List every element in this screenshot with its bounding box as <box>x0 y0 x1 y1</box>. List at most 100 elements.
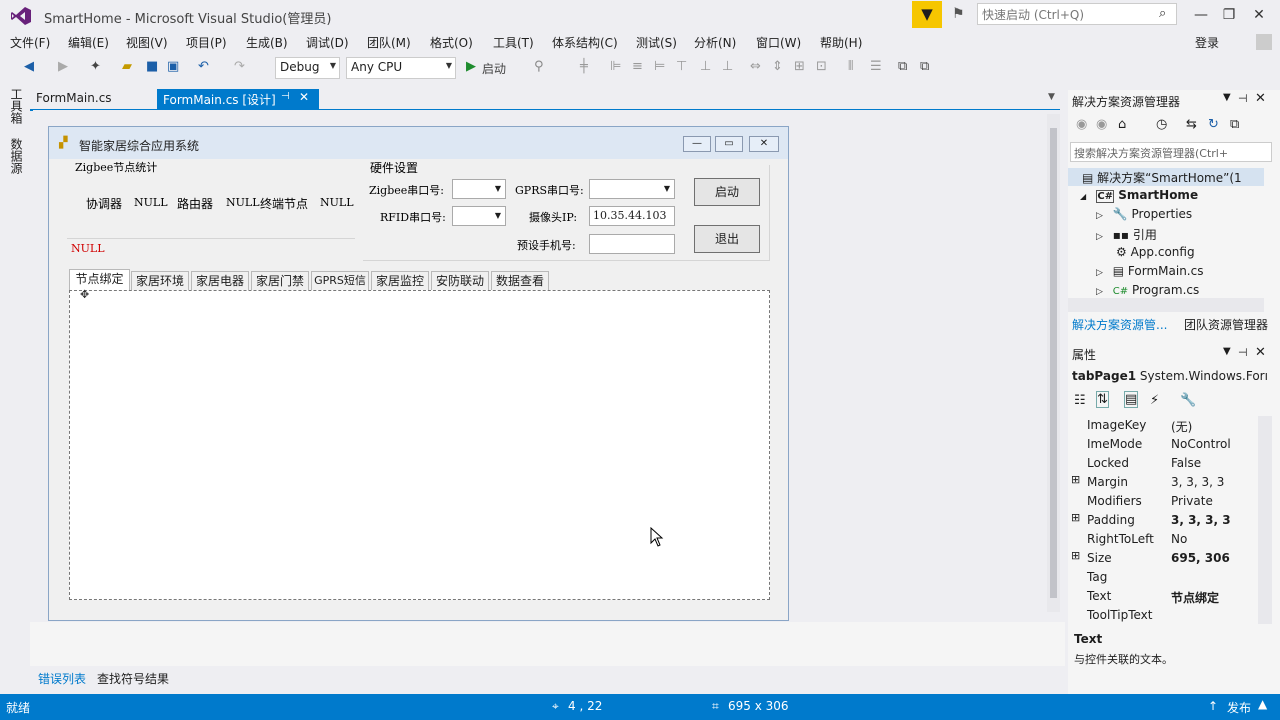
team-explorer-tab[interactable]: 团队资源管理器 <box>1184 316 1268 333</box>
new-project-icon[interactable]: ✦ <box>90 59 101 74</box>
expand-icon[interactable]: ⊞ <box>1071 549 1080 562</box>
solution-search-input[interactable]: 搜索解决方案资源管理器(Ctrl+ <box>1070 142 1272 162</box>
designer-vscrollbar[interactable] <box>1047 114 1060 612</box>
align-left-icon[interactable]: ⊫ <box>610 59 621 74</box>
menu-file[interactable]: 文件(F) <box>10 34 50 51</box>
quick-launch-input[interactable]: 快速启动 (Ctrl+Q) <box>977 3 1177 25</box>
find-icon[interactable]: ⚲ <box>534 59 544 74</box>
property-value[interactable]: Private <box>1171 494 1213 508</box>
property-value[interactable]: 3, 3, 3, 3 <box>1171 513 1231 527</box>
menu-edit[interactable]: 编辑(E) <box>68 34 109 51</box>
form-tab-gprs-sms[interactable]: GPRS短信 <box>311 271 369 291</box>
toolbox-tab[interactable]: 工具箱 <box>8 88 25 124</box>
configuration-select[interactable]: Debug ▼ <box>275 57 340 79</box>
rfid-port-select[interactable]: ▼ <box>452 206 506 226</box>
move-handle-icon[interactable]: ✥ <box>80 288 89 301</box>
same-width-icon[interactable]: ⇔ <box>750 59 761 74</box>
form-tab-security[interactable]: 安防联动 <box>431 271 489 291</box>
forward-icon[interactable]: ▶ <box>58 59 68 74</box>
property-value[interactable]: 3, 3, 3, 3 <box>1171 475 1224 489</box>
size-to-grid-icon[interactable]: ⊡ <box>816 59 827 74</box>
form-minimize-button[interactable]: — <box>683 136 711 152</box>
save-icon[interactable]: ■ <box>146 59 158 74</box>
forward-icon[interactable]: ◉ <box>1096 117 1107 132</box>
pin-icon[interactable]: ⊣ <box>1238 92 1248 105</box>
tab-formmain-code[interactable]: FormMain.cs <box>30 89 154 110</box>
exit-button[interactable]: 退出 <box>694 225 760 253</box>
tree-item-appconfig[interactable]: ⚙ App.config <box>1116 245 1195 259</box>
property-value[interactable]: NoControl <box>1171 437 1231 451</box>
tab-dropdown-icon[interactable]: ▼ <box>1048 92 1055 102</box>
error-list-tab[interactable]: 错误列表 <box>38 670 86 687</box>
menu-architecture[interactable]: 体系结构(C) <box>552 34 618 51</box>
property-row[interactable]: ⊞ Size 695, 306 <box>1068 549 1264 568</box>
property-value[interactable]: 695, 306 <box>1171 551 1230 565</box>
menu-tools[interactable]: 工具(T) <box>493 34 534 51</box>
align-center-icon[interactable]: ≡ <box>632 59 643 74</box>
menu-analyze[interactable]: 分析(N) <box>694 34 736 51</box>
gprs-port-select[interactable]: ▼ <box>589 179 675 199</box>
menu-window[interactable]: 窗口(W) <box>756 34 801 51</box>
property-row[interactable]: Text 节点绑定 <box>1068 587 1264 606</box>
refresh-icon[interactable]: ↻ <box>1208 117 1219 132</box>
properties-icon[interactable]: ▤ <box>1124 391 1139 408</box>
phone-input[interactable] <box>589 234 675 254</box>
pin-icon[interactable]: ⊣ <box>1238 346 1248 359</box>
close-button[interactable]: ✕ <box>1244 4 1274 26</box>
close-panel-icon[interactable]: ✕ <box>1255 345 1266 360</box>
publish-arrow-icon[interactable]: ↑ <box>1208 699 1218 713</box>
save-all-icon[interactable]: ▣ <box>167 59 179 74</box>
pin-icon[interactable]: ⊣ <box>281 91 290 102</box>
property-row[interactable]: ⊞ Margin 3, 3, 3, 3 <box>1068 473 1264 492</box>
menu-test[interactable]: 测试(S) <box>636 34 677 51</box>
property-row[interactable]: ⊞ Padding 3, 3, 3, 3 <box>1068 511 1264 530</box>
property-row[interactable]: ToolTipText <box>1068 606 1264 625</box>
solution-hscrollbar[interactable] <box>1068 298 1264 312</box>
menu-help[interactable]: 帮助(H) <box>820 34 862 51</box>
undo-icon[interactable]: ↶ <box>198 59 209 74</box>
platform-select[interactable]: Any CPU ▼ <box>346 57 456 79</box>
menu-team[interactable]: 团队(M) <box>367 34 411 51</box>
property-row[interactable]: ImageKey (无) <box>1068 416 1264 435</box>
form-close-button[interactable]: ✕ <box>749 136 779 152</box>
menu-format[interactable]: 格式(O) <box>430 34 473 51</box>
property-grid-scrollbar[interactable] <box>1258 416 1272 624</box>
same-height-icon[interactable]: ⇕ <box>772 59 783 74</box>
tree-item-references[interactable]: ▷ ▪▪ 引用 <box>1096 226 1157 243</box>
property-row[interactable]: Tag <box>1068 568 1264 587</box>
minimize-button[interactable]: — <box>1186 4 1216 26</box>
menu-view[interactable]: 视图(V) <box>126 34 168 51</box>
tree-item-formmain[interactable]: ▷ ▤ FormMain.cs <box>1096 264 1203 278</box>
form-maximize-button[interactable]: ▭ <box>715 136 743 152</box>
expand-icon[interactable]: ⊞ <box>1071 511 1080 524</box>
align-top-icon[interactable]: ⊤ <box>676 59 687 74</box>
tab-page-node-binding[interactable]: ✥ <box>69 288 770 600</box>
property-row[interactable]: ImeMode NoControl <box>1068 435 1264 454</box>
align-middle-icon[interactable]: ⊥ <box>700 59 711 74</box>
tab-formmain-designer[interactable]: FormMain.cs [设计] ⊣ ✕ <box>157 89 319 110</box>
collapse-all-icon[interactable]: ⧉ <box>1230 117 1239 132</box>
find-symbol-results-tab[interactable]: 查找符号结果 <box>97 670 169 687</box>
start-button-label[interactable]: 启动 <box>482 60 506 77</box>
form-tab-node-binding[interactable]: 节点绑定 <box>69 269 130 291</box>
back-icon[interactable]: ◀ <box>24 59 34 74</box>
property-value[interactable]: No <box>1171 532 1187 546</box>
menu-debug[interactable]: 调试(D) <box>306 34 349 51</box>
panel-dropdown-icon[interactable]: ▼ <box>1223 346 1231 357</box>
start-debug-icon[interactable]: ▶ <box>466 59 476 74</box>
property-row[interactable]: Modifiers Private <box>1068 492 1264 511</box>
notification-flag-icon[interactable]: ⚑ <box>952 6 965 22</box>
align-right-icon[interactable]: ⊨ <box>654 59 665 74</box>
zigbee-port-select[interactable]: ▼ <box>452 179 506 199</box>
maximize-button[interactable]: ❐ <box>1214 4 1244 26</box>
property-value[interactable]: 节点绑定 <box>1171 589 1219 606</box>
menu-build[interactable]: 生成(B) <box>246 34 288 51</box>
form-tab-appliances[interactable]: 家居电器 <box>191 271 249 291</box>
same-size-icon[interactable]: ⊞ <box>794 59 805 74</box>
search-icon[interactable]: ⌕ <box>1159 6 1166 21</box>
menu-project[interactable]: 项目(P) <box>186 34 227 51</box>
alphabetical-icon[interactable]: ⇅ <box>1096 391 1109 408</box>
align-bottom-icon[interactable]: ⊥ <box>722 59 733 74</box>
chevron-up-icon[interactable]: ▲ <box>1258 697 1267 711</box>
form-tab-data-view[interactable]: 数据查看 <box>491 271 549 291</box>
